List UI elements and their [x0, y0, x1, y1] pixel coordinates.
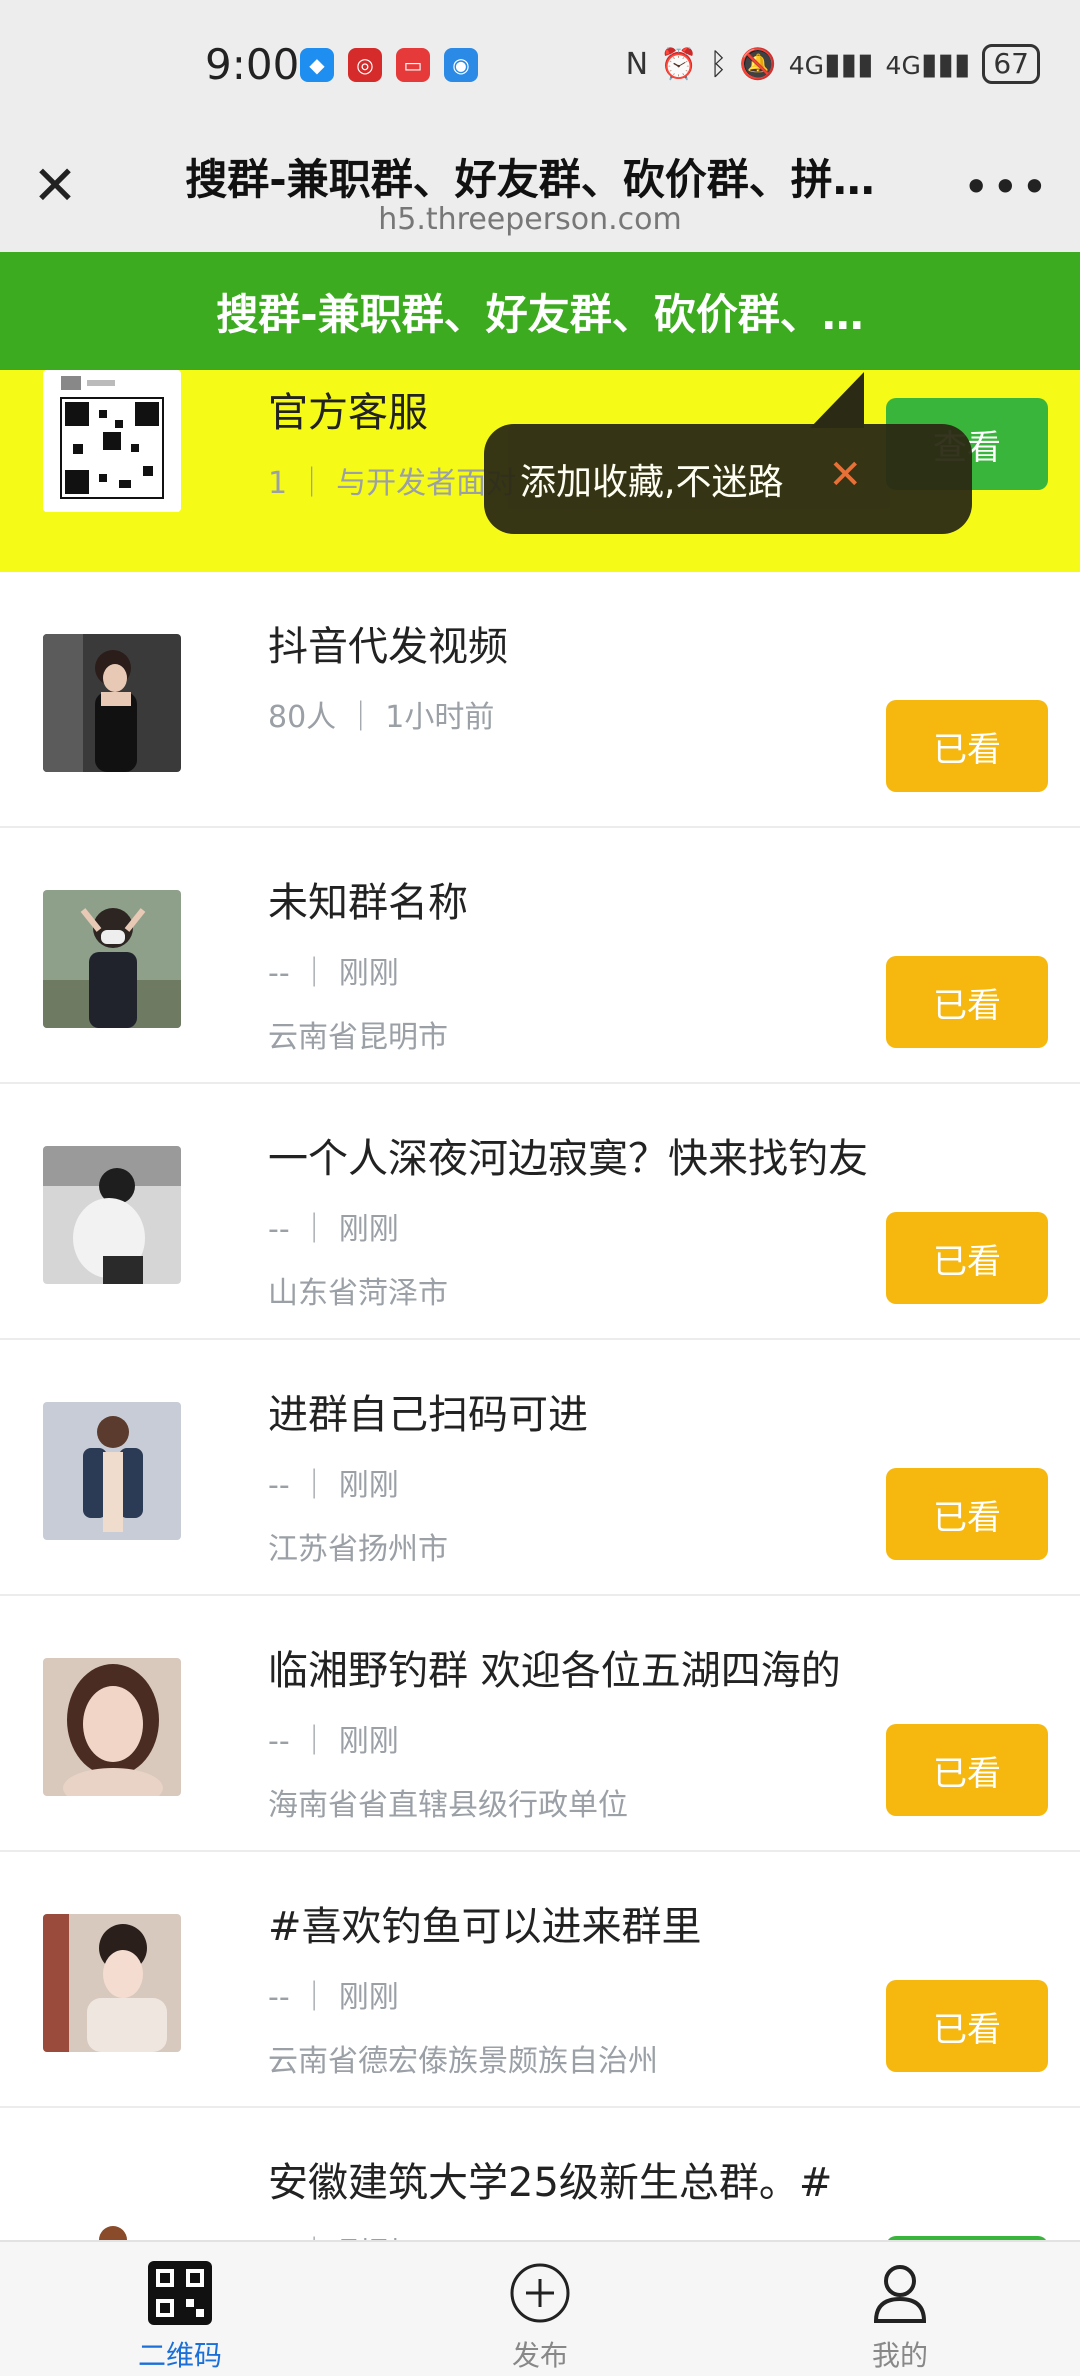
close-icon: ✕: [32, 153, 78, 217]
battery-icon: 67: [982, 44, 1040, 84]
mute-icon: 🔕: [739, 46, 777, 82]
group-name: 一个人深夜河边寂寞？快来找钓友: [268, 1136, 868, 1182]
seen-button[interactable]: 已看: [886, 1212, 1048, 1304]
group-info: 抖音代发视频 80人 ｜ 1小时前: [268, 616, 888, 736]
group-meta: -- ｜ 刚刚: [268, 1468, 399, 1503]
nfc-icon: N: [625, 46, 649, 82]
system-icons: N ⏰ ᛒ 🔕 4G▮▮▮ 4G▮▮▮ 67: [626, 44, 1040, 84]
page-title: 搜群-兼职群、好友群、砍价群、拼…: [185, 155, 875, 204]
group-avatar: [43, 634, 181, 772]
list-item[interactable]: 临湘野钓群 欢迎各位五湖四海的 -- ｜ 刚刚 海南省省直辖县级行政单位 已看: [0, 1596, 1080, 1852]
nav-item-publish[interactable]: 发布: [360, 2242, 720, 2376]
group-info: 一个人深夜河边寂寞？快来找钓友 -- ｜ 刚刚 山东省菏泽市: [268, 1128, 888, 1312]
nav-label: 发布: [511, 2339, 568, 2372]
group-avatar: [43, 1914, 181, 2052]
seen-button[interactable]: 已看: [886, 1468, 1048, 1560]
group-location: 云南省德宏傣族景颇族自治州: [268, 2044, 658, 2079]
bank-app-icon: ◎: [348, 48, 382, 82]
status-time: 9:00: [205, 40, 300, 89]
plus-circle-icon: [507, 2260, 573, 2326]
group-name: #喜欢钓鱼可以进来群里: [268, 1904, 702, 1950]
site-header: 搜群-兼职群、好友群、砍价群、…: [0, 252, 1080, 370]
bottom-nav: 二维码 发布 我的: [0, 2240, 1080, 2376]
group-info: 临湘野钓群 欢迎各位五湖四海的 -- ｜ 刚刚 海南省省直辖县级行政单位: [268, 1640, 888, 1824]
list-item[interactable]: 进群自己扫码可进 -- ｜ 刚刚 江苏省扬州市 已看: [0, 1340, 1080, 1596]
favorite-tooltip: 添加收藏,不迷路 ✕: [484, 424, 972, 534]
list-item[interactable]: #喜欢钓鱼可以进来群里 -- ｜ 刚刚 云南省德宏傣族景颇族自治州 已看: [0, 1852, 1080, 2108]
seen-button[interactable]: 已看: [886, 956, 1048, 1048]
group-name: 临湘野钓群 欢迎各位五湖四海的: [268, 1648, 841, 1694]
page-url: h5.threeperson.com: [378, 202, 682, 237]
signal-icon-1: 4G▮▮▮: [788, 46, 874, 82]
user-icon: [867, 2260, 933, 2326]
group-meta: -- ｜ 刚刚: [268, 1212, 399, 1247]
book-app-icon: ▭: [396, 48, 430, 82]
group-list: 官方客服 1 ｜ 与开发者面对 查看 抖音代发视频 80人 ｜ 1小时前 已看: [0, 370, 1080, 2364]
qrcode-thumbnail: [43, 370, 181, 512]
list-item[interactable]: 未知群名称 -- ｜ 刚刚 云南省昆明市 已看: [0, 828, 1080, 1084]
tooltip-close-icon[interactable]: ✕: [828, 452, 862, 498]
tooltip-text: 添加收藏,不迷路: [520, 462, 784, 503]
seen-button[interactable]: 已看: [886, 700, 1048, 792]
group-info: 未知群名称 -- ｜ 刚刚 云南省昆明市: [268, 872, 888, 1056]
more-button[interactable]: •••: [963, 160, 1050, 214]
close-button[interactable]: ✕: [30, 154, 80, 217]
shield-app-icon: ◆: [300, 48, 334, 82]
group-meta: -- ｜ 刚刚: [268, 1980, 399, 2015]
browser-app-icon: ◉: [444, 48, 478, 82]
group-location: 江苏省扬州市: [268, 1532, 448, 1567]
group-meta: -- ｜ 刚刚: [268, 956, 399, 991]
signal-icon-2: 4G▮▮▮: [885, 46, 971, 82]
status-bar: 9:00 ◆ ◎ ▭ ◉ N ⏰ ᛒ 🔕 4G▮▮▮ 4G▮▮▮ 67: [0, 0, 1080, 130]
bluetooth-icon: ᛒ: [709, 46, 728, 82]
group-location: 云南省昆明市: [268, 1020, 448, 1055]
qrcode-icon: [147, 2260, 213, 2326]
site-header-title: 搜群-兼职群、好友群、砍价群、…: [216, 289, 864, 339]
group-name: 安徽建筑大学25级新生总群。#: [268, 2160, 833, 2206]
browser-title-bar: ✕ 搜群-兼职群、好友群、砍价群、拼… h5.threeperson.com •…: [0, 130, 1080, 252]
group-name: 未知群名称: [268, 880, 468, 926]
nav-label: 二维码: [137, 2339, 222, 2372]
group-avatar: [43, 890, 181, 1028]
tooltip-arrow: [810, 372, 864, 428]
list-item[interactable]: 抖音代发视频 80人 ｜ 1小时前 已看: [0, 572, 1080, 828]
group-name: 进群自己扫码可进: [268, 1392, 588, 1438]
group-name: 抖音代发视频: [268, 624, 508, 670]
nav-item-profile[interactable]: 我的: [720, 2242, 1080, 2376]
nav-item-qrcode[interactable]: 二维码: [0, 2242, 360, 2376]
group-info: #喜欢钓鱼可以进来群里 -- ｜ 刚刚 云南省德宏傣族景颇族自治州: [268, 1896, 888, 2080]
more-dots-icon: •••: [962, 160, 1050, 214]
group-meta: 80人 ｜ 1小时前: [268, 700, 495, 735]
nav-label: 我的: [871, 2339, 928, 2372]
alarm-icon: ⏰: [660, 46, 698, 82]
seen-button[interactable]: 已看: [886, 1980, 1048, 2072]
group-info: 进群自己扫码可进 -- ｜ 刚刚 江苏省扬州市: [268, 1384, 888, 1568]
list-item[interactable]: 一个人深夜河边寂寞？快来找钓友 -- ｜ 刚刚 山东省菏泽市 已看: [0, 1084, 1080, 1340]
group-avatar: [43, 1146, 181, 1284]
seen-button[interactable]: 已看: [886, 1724, 1048, 1816]
notification-icons: ◆ ◎ ▭ ◉: [300, 48, 478, 82]
group-location: 海南省省直辖县级行政单位: [268, 1788, 628, 1823]
group-location: 山东省菏泽市: [268, 1276, 448, 1311]
group-meta: -- ｜ 刚刚: [268, 1724, 399, 1759]
group-avatar: [43, 1402, 181, 1540]
group-avatar: [43, 1658, 181, 1796]
